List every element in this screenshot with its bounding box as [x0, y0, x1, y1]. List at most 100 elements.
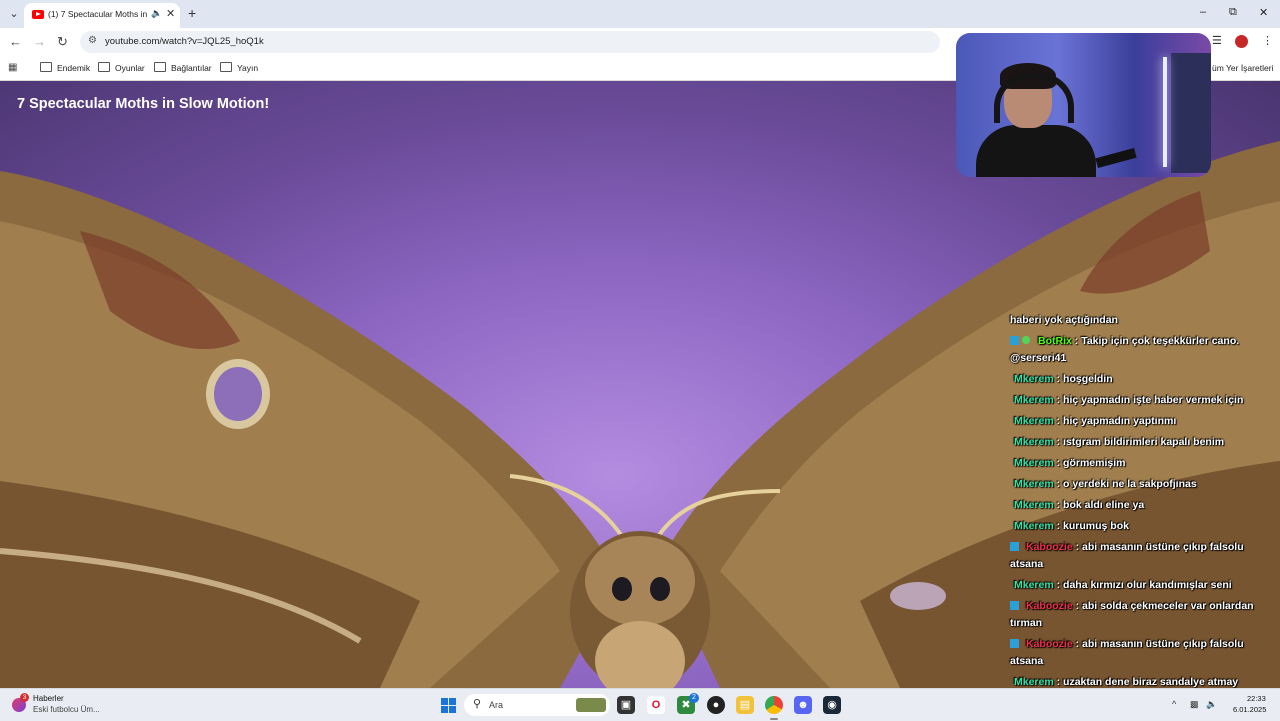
- steam-icon[interactable]: ◉: [823, 696, 841, 714]
- chat-username[interactable]: BotRix: [1038, 335, 1072, 347]
- clock-time[interactable]: 22:33: [1247, 694, 1266, 703]
- chat-username[interactable]: Mkerem: [1014, 499, 1054, 511]
- webcam-overlay: [956, 33, 1211, 177]
- tab-search-button[interactable]: ⌄: [6, 6, 22, 22]
- chat-separator: :: [1053, 676, 1064, 688]
- search-highlight-image: [576, 698, 606, 712]
- opera-icon[interactable]: O: [647, 696, 665, 714]
- chat-message: Mkerem : bok aldı eline ya: [1010, 497, 1276, 514]
- chat-username[interactable]: Mkerem: [1014, 478, 1054, 490]
- chat-separator: :: [1053, 373, 1064, 385]
- chat-username[interactable]: Mkerem: [1014, 394, 1054, 406]
- chat-username[interactable]: Kaboozie: [1026, 638, 1073, 650]
- folder-icon: [98, 62, 110, 72]
- light-bar: [1163, 57, 1167, 167]
- chat-separator: :: [1053, 394, 1064, 406]
- tab-title: (1) 7 Spectacular Moths in Slow Motion! …: [48, 9, 148, 19]
- chat-text: hiç yapmadın işte haber vermek için: [1063, 394, 1244, 406]
- bookmark-folder-yayin[interactable]: Yayın: [220, 62, 258, 73]
- windows-start-icon[interactable]: [441, 698, 456, 713]
- chat-username[interactable]: Mkerem: [1014, 373, 1054, 385]
- chat-text: uzaktan dene biraz sandalye atmay: [1063, 676, 1239, 688]
- volume-icon[interactable]: 🔈: [1206, 699, 1217, 710]
- chat-text: bok aldı eline ya: [1063, 499, 1145, 511]
- network-icon[interactable]: ▩: [1190, 699, 1199, 710]
- chat-message: haberi yok açtığından: [1010, 312, 1276, 329]
- reload-button[interactable]: ↻: [57, 34, 68, 50]
- apps-grid-icon[interactable]: ▦: [8, 62, 17, 73]
- chat-separator: :: [1053, 478, 1064, 490]
- all-bookmarks-label[interactable]: üm Yer İşaretleri: [1212, 63, 1273, 73]
- bookmark-label: Bağlantılar: [171, 63, 212, 73]
- chat-text: haberi yok açtığından: [1010, 314, 1118, 326]
- file-explorer-icon[interactable]: ▤: [736, 696, 754, 714]
- search-icon: ⚲: [473, 698, 482, 710]
- menu-icon[interactable]: ⋮: [1262, 34, 1273, 47]
- taskbar-search[interactable]: ⚲ Ara: [464, 694, 610, 716]
- chat-separator: :: [1071, 335, 1082, 347]
- task-view-icon[interactable]: ▣: [617, 696, 635, 714]
- clock-date[interactable]: 6.01.2025: [1233, 705, 1266, 714]
- bookmark-folder-oyunlar[interactable]: Oyunlar: [98, 62, 145, 73]
- chat-message: Mkerem : kurumuş bok: [1010, 518, 1276, 535]
- tray-overflow-icon[interactable]: ^: [1172, 699, 1176, 709]
- xbox-badge: 2: [689, 693, 699, 703]
- chat-username[interactable]: Mkerem: [1014, 436, 1054, 448]
- chat-username[interactable]: Mkerem: [1014, 457, 1054, 469]
- url-text: youtube.com/watch?v=JQL25_hoQ1k: [105, 36, 264, 47]
- chat-text: ıstgram bildirimleri kapalı benim: [1063, 436, 1225, 448]
- close-tab-icon[interactable]: ✕: [166, 7, 175, 20]
- browser-tab[interactable]: (1) 7 Spectacular Moths in Slow Motion! …: [24, 3, 180, 28]
- chat-text: o yerdeki ne la sakpofjınas: [1063, 478, 1197, 490]
- chat-text: hoşgeldin: [1063, 373, 1113, 385]
- site-info-icon[interactable]: ⚙: [88, 35, 97, 46]
- chat-overlay: haberi yok açtığından BotRix : Takip için…: [1010, 312, 1276, 716]
- discord-icon[interactable]: ☻: [794, 696, 812, 714]
- folder-icon: [40, 62, 52, 72]
- new-tab-button[interactable]: +: [188, 5, 196, 21]
- chat-username[interactable]: Mkerem: [1014, 676, 1054, 688]
- address-bar[interactable]: ⚙ youtube.com/watch?v=JQL25_hoQ1k: [80, 31, 940, 53]
- youtube-icon: [32, 10, 44, 19]
- taskbar: 3 Haberler Eski futbolcu Üm... ⚲ Ara ▣ O…: [0, 688, 1280, 721]
- minimize-button[interactable]: –: [1200, 6, 1206, 18]
- folder-icon: [220, 62, 232, 72]
- chat-message: Mkerem : daha kırmızı olur kandımışlar s…: [1010, 577, 1276, 594]
- forward-button[interactable]: →: [33, 34, 46, 49]
- chat-username[interactable]: Mkerem: [1014, 520, 1054, 532]
- close-window-button[interactable]: ✕: [1259, 6, 1268, 19]
- chat-username[interactable]: Mkerem: [1014, 579, 1054, 591]
- chat-separator: :: [1053, 499, 1064, 511]
- bookmark-label: Endemik: [57, 63, 91, 73]
- chat-text: daha kırmızı olur kandımışlar seni: [1063, 579, 1232, 591]
- video-title: 7 Spectacular Moths in Slow Motion!: [17, 96, 270, 112]
- chat-separator: :: [1072, 638, 1083, 650]
- bookmark-folder-endemik[interactable]: Endemik: [40, 62, 90, 73]
- obs-icon[interactable]: ●: [707, 696, 725, 714]
- tab-strip: ⌄ (1) 7 Spectacular Moths in Slow Motion…: [0, 0, 1280, 28]
- chrome-icon[interactable]: [765, 696, 783, 714]
- chat-text: görmemişim: [1063, 457, 1126, 469]
- chat-message: Mkerem : ıstgram bildirimleri kapalı ben…: [1010, 434, 1276, 451]
- chat-separator: :: [1053, 457, 1064, 469]
- chat-separator: :: [1072, 541, 1083, 553]
- chat-username[interactable]: Kaboozie: [1026, 541, 1073, 553]
- microphone: [1095, 147, 1137, 169]
- news-subtitle: Eski futbolcu Üm...: [33, 705, 100, 714]
- chat-message: Mkerem : hiç yapmadın işte haber vermek …: [1010, 392, 1276, 409]
- news-title: Haberler: [33, 694, 64, 703]
- profile-avatar[interactable]: [1235, 35, 1248, 48]
- news-badge: 3: [20, 693, 29, 702]
- chat-text: kurumuş bok: [1063, 520, 1129, 532]
- chat-separator: :: [1053, 436, 1064, 448]
- speaker-icon[interactable]: 🔈: [151, 8, 162, 19]
- chat-username[interactable]: Kaboozie: [1026, 600, 1073, 612]
- chat-username[interactable]: Mkerem: [1014, 415, 1054, 427]
- bookmark-folder-baglantilar[interactable]: Bağlantılar: [154, 62, 212, 73]
- restore-button[interactable]: ⧉: [1229, 6, 1237, 19]
- back-button[interactable]: ←: [9, 34, 22, 49]
- chat-message: Mkerem : o yerdeki ne la sakpofjınas: [1010, 476, 1276, 493]
- search-placeholder: Ara: [489, 700, 504, 710]
- verified-badge-icon: [1022, 336, 1030, 344]
- reading-list-icon[interactable]: ☰: [1212, 34, 1222, 47]
